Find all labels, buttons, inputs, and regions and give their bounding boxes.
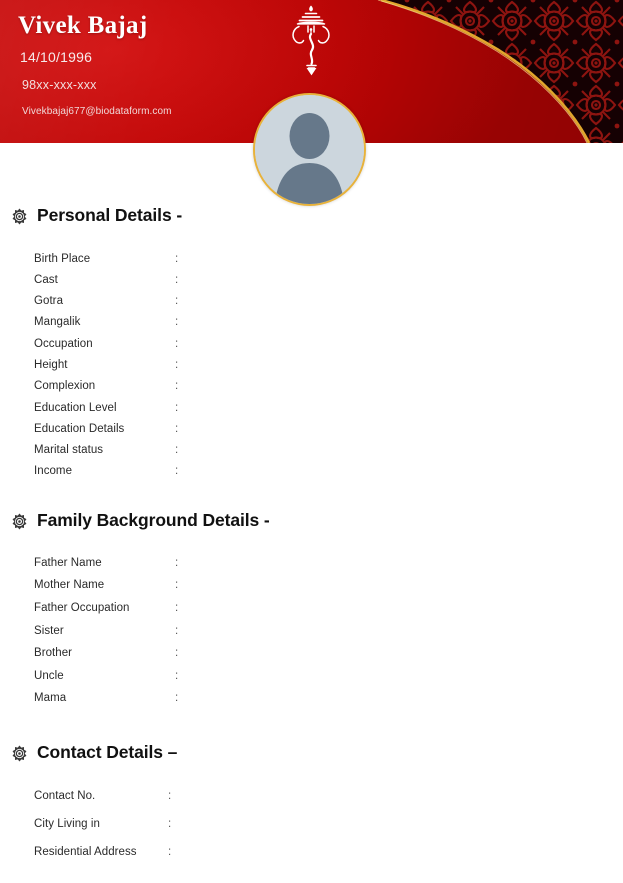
field-row: Brother :	[34, 645, 623, 668]
section-family-background-details: Family Background Details - Father Name …	[0, 510, 623, 712]
avatar[interactable]	[253, 93, 366, 206]
field-row: Mama :	[34, 690, 623, 713]
gear-icon	[12, 745, 27, 762]
fields-family: Father Name : Mother Name : Father Occup…	[0, 554, 623, 712]
biodata-body: Personal Details - Birth Place : Cast : …	[0, 143, 623, 871]
phone-number: 98xx-xxx-xxx	[22, 77, 97, 92]
field-row: Gotra :	[34, 293, 623, 314]
field-label: Contact No.	[34, 789, 96, 802]
field-row: Uncle :	[34, 667, 623, 690]
field-label: Sister	[34, 624, 64, 637]
field-value[interactable]	[178, 554, 623, 566]
field-label: Occupation	[34, 337, 93, 350]
field-label: Education Level	[34, 401, 117, 414]
section-title-family: Family Background Details -	[37, 510, 270, 531]
field-value[interactable]	[178, 599, 623, 611]
field-label: Mangalik	[34, 316, 81, 329]
field-value[interactable]	[178, 442, 623, 454]
field-label: Brother	[34, 647, 73, 660]
field-value[interactable]	[178, 293, 623, 305]
section-title-personal: Personal Details -	[37, 205, 183, 225]
field-label: Cast	[34, 273, 58, 286]
field-row: Contact No. :	[34, 787, 623, 815]
header-text-block: Vivek Bajaj 14/10/1996 98xx-xxx-xxx Vive…	[18, 12, 172, 117]
field-label: Income	[34, 465, 73, 478]
field-row: Father Name :	[34, 554, 623, 577]
field-value[interactable]	[178, 667, 623, 679]
field-label: Mother Name	[34, 579, 105, 592]
field-row: Cast :	[34, 271, 623, 292]
field-label: Uncle	[34, 669, 64, 682]
field-value[interactable]	[178, 622, 623, 634]
field-row: Income :	[34, 463, 623, 484]
section-header-personal: Personal Details -	[0, 205, 623, 226]
field-label: Father Name	[34, 556, 102, 569]
field-row: Father Occupation :	[34, 599, 623, 622]
field-value[interactable]	[178, 399, 623, 411]
field-label: Mama	[34, 692, 67, 705]
person-name: Vivek Bajaj	[18, 12, 148, 39]
field-label: Education Details	[34, 422, 125, 435]
gear-icon	[12, 208, 27, 225]
field-row: Complexion :	[34, 378, 623, 399]
field-value[interactable]	[171, 787, 623, 799]
avatar-placeholder-icon	[255, 95, 364, 204]
field-value[interactable]	[178, 463, 623, 475]
field-row: Sister :	[34, 622, 623, 645]
section-header-contact: Contact Details –	[0, 742, 623, 763]
field-row: Occupation :	[34, 335, 623, 356]
field-value[interactable]	[178, 378, 623, 390]
field-value[interactable]	[178, 335, 623, 347]
field-label: Residential Address	[34, 845, 137, 858]
field-label: Height	[34, 358, 68, 371]
email-address: Vivekbajaj677@biodataform.com	[22, 105, 172, 117]
field-label: Gotra	[34, 295, 64, 308]
date-of-birth: 14/10/1996	[20, 48, 93, 65]
section-header-family: Family Background Details -	[0, 510, 623, 531]
field-row: City Living in :	[34, 815, 623, 843]
field-row: Mangalik :	[34, 314, 623, 335]
field-row: Height :	[34, 356, 623, 377]
field-row: Birth Place :	[34, 250, 623, 271]
fields-contact: Contact No. : City Living in : Residenti…	[0, 787, 623, 871]
damask-corner-ornament	[377, 0, 623, 143]
field-value[interactable]	[178, 420, 623, 432]
field-label: City Living in	[34, 817, 100, 830]
field-label: Marital status	[34, 444, 104, 457]
field-value[interactable]	[178, 314, 623, 326]
field-row: Education Level :	[34, 399, 623, 420]
section-contact-details: Contact Details – Contact No. : City Liv…	[0, 742, 623, 871]
fields-personal: Birth Place : Cast : Gotra : Mangalik :	[0, 250, 623, 484]
field-label: Father Occupation	[34, 601, 130, 614]
field-value[interactable]	[178, 356, 623, 368]
field-row: Education Details :	[34, 420, 623, 441]
field-row: Mother Name :	[34, 577, 623, 600]
gear-icon	[12, 513, 27, 530]
field-value[interactable]	[178, 271, 623, 283]
section-personal-details: Personal Details - Birth Place : Cast : …	[0, 205, 623, 484]
field-label: Birth Place	[34, 252, 91, 265]
field-row: Marital status :	[34, 442, 623, 463]
field-value[interactable]	[178, 690, 623, 702]
field-value[interactable]	[171, 815, 623, 827]
field-value[interactable]	[178, 645, 623, 657]
field-row: Residential Address :	[34, 843, 623, 871]
section-title-contact: Contact Details –	[37, 742, 178, 763]
field-label: Complexion	[34, 380, 96, 393]
ganesha-icon	[292, 5, 330, 76]
field-value[interactable]	[178, 577, 623, 589]
field-value[interactable]	[171, 843, 623, 855]
biodata-page: Vivek Bajaj 14/10/1996 98xx-xxx-xxx Vive…	[0, 0, 623, 883]
field-value[interactable]	[178, 250, 623, 262]
